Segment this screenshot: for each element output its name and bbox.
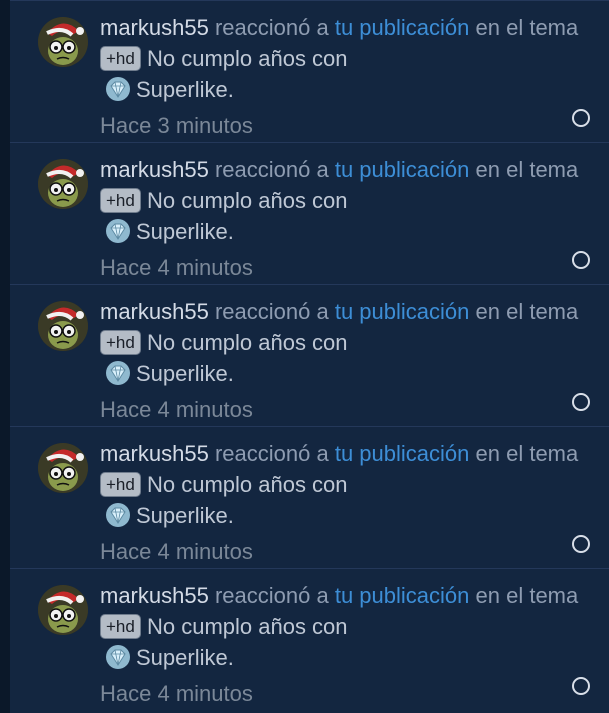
timestamp: Hace 4 minutos	[100, 681, 253, 706]
mark-read-circle-icon[interactable]	[572, 109, 590, 127]
mark-read-circle-icon[interactable]	[572, 677, 590, 695]
username-link[interactable]: markush55	[100, 157, 209, 182]
timestamp: Hace 4 minutos	[100, 255, 253, 280]
reaction-line: Superlike.	[104, 500, 580, 536]
avatar-image	[38, 301, 88, 351]
notification-item[interactable]: markush55 reaccionó a tu publicación en …	[10, 284, 609, 426]
notification-item[interactable]: markush55 reaccionó a tu publicación en …	[10, 568, 609, 713]
reaction-name: Superlike.	[136, 219, 234, 244]
action-text: reaccionó a	[214, 441, 329, 466]
post-link[interactable]: tu publicación	[335, 157, 470, 182]
mark-read-circle-icon[interactable]	[572, 393, 590, 411]
avatar-image	[38, 159, 88, 209]
reaction-name: Superlike.	[136, 645, 234, 670]
thread-title-link[interactable]: No cumplo años con	[147, 330, 348, 355]
username-link[interactable]: markush55	[100, 583, 209, 608]
avatar[interactable]	[38, 159, 88, 209]
reaction-name: Superlike.	[136, 77, 234, 102]
post-link[interactable]: tu publicación	[335, 299, 470, 324]
superlike-diamond-icon	[104, 360, 132, 394]
reaction-line: Superlike.	[104, 216, 580, 252]
thread-tag: +hd	[100, 614, 141, 639]
thread-prefix: en el tema	[475, 299, 579, 324]
reaction-line: Superlike.	[104, 74, 580, 110]
thread-title-link[interactable]: No cumplo años con	[147, 46, 348, 71]
notification-text: markush55 reaccionó a tu publicación en …	[100, 438, 580, 567]
reaction-line: Superlike.	[104, 642, 580, 678]
avatar-image	[38, 585, 88, 635]
mark-read-circle-icon[interactable]	[572, 251, 590, 269]
notification-text: markush55 reaccionó a tu publicación en …	[100, 154, 580, 283]
username-link[interactable]: markush55	[100, 15, 209, 40]
notification-text: markush55 reaccionó a tu publicación en …	[100, 580, 580, 709]
notification-item[interactable]: markush55 reaccionó a tu publicación en …	[10, 0, 609, 142]
action-text: reaccionó a	[214, 583, 329, 608]
thread-prefix: en el tema	[475, 583, 579, 608]
thread-tag: +hd	[100, 46, 141, 71]
thread-title-link[interactable]: No cumplo años con	[147, 188, 348, 213]
post-link[interactable]: tu publicación	[335, 441, 470, 466]
left-edge	[0, 0, 10, 713]
avatar-image	[38, 17, 88, 67]
notification-list: markush55 reaccionó a tu publicación en …	[0, 0, 609, 713]
avatar-image	[38, 443, 88, 493]
username-link[interactable]: markush55	[100, 441, 209, 466]
avatar[interactable]	[38, 585, 88, 635]
username-link[interactable]: markush55	[100, 299, 209, 324]
reaction-line: Superlike.	[104, 358, 580, 394]
avatar[interactable]	[38, 17, 88, 67]
action-text: reaccionó a	[214, 299, 329, 324]
action-text: reaccionó a	[214, 157, 329, 182]
superlike-diamond-icon	[104, 76, 132, 110]
post-link[interactable]: tu publicación	[335, 15, 470, 40]
thread-title-link[interactable]: No cumplo años con	[147, 614, 348, 639]
notification-item[interactable]: markush55 reaccionó a tu publicación en …	[10, 426, 609, 568]
reaction-name: Superlike.	[136, 503, 234, 528]
thread-tag: +hd	[100, 330, 141, 355]
thread-prefix: en el tema	[475, 441, 579, 466]
superlike-diamond-icon	[104, 644, 132, 678]
reaction-name: Superlike.	[136, 361, 234, 386]
timestamp: Hace 4 minutos	[100, 397, 253, 422]
thread-prefix: en el tema	[475, 157, 579, 182]
mark-read-circle-icon[interactable]	[572, 535, 590, 553]
thread-tag: +hd	[100, 188, 141, 213]
superlike-diamond-icon	[104, 502, 132, 536]
timestamp: Hace 4 minutos	[100, 539, 253, 564]
superlike-diamond-icon	[104, 218, 132, 252]
avatar[interactable]	[38, 301, 88, 351]
post-link[interactable]: tu publicación	[335, 583, 470, 608]
thread-tag: +hd	[100, 472, 141, 497]
thread-prefix: en el tema	[475, 15, 579, 40]
notification-text: markush55 reaccionó a tu publicación en …	[100, 12, 580, 141]
notification-text: markush55 reaccionó a tu publicación en …	[100, 296, 580, 425]
action-text: reaccionó a	[214, 15, 329, 40]
timestamp: Hace 3 minutos	[100, 113, 253, 138]
thread-title-link[interactable]: No cumplo años con	[147, 472, 348, 497]
notification-item[interactable]: markush55 reaccionó a tu publicación en …	[10, 142, 609, 284]
avatar[interactable]	[38, 443, 88, 493]
